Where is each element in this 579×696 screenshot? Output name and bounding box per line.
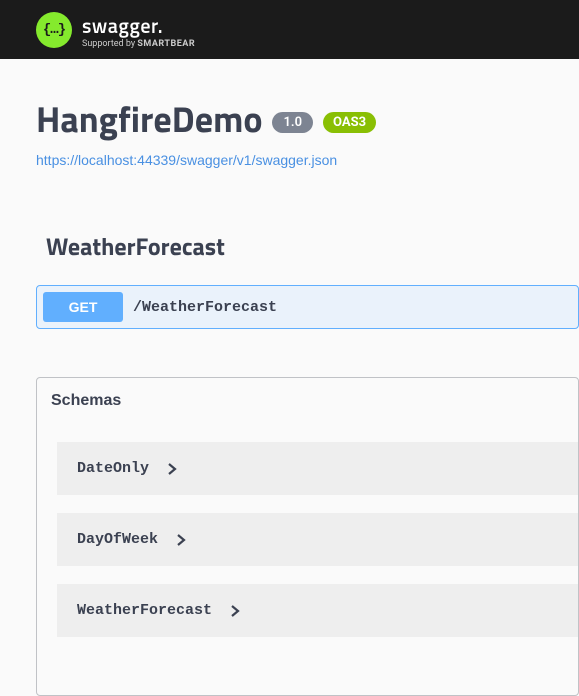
version-badge: 1.0 xyxy=(272,112,313,133)
schema-item-dayofweek[interactable]: DayOfWeek xyxy=(57,513,578,566)
schema-name: DateOnly xyxy=(77,460,149,477)
schemas-body: DateOnly DayOfWeek WeatherForecast xyxy=(37,424,578,695)
schemas-title[interactable]: Schemas xyxy=(37,378,578,424)
topbar: {…} swagger. Supported by SMARTBEAR xyxy=(0,0,579,59)
chevron-right-icon xyxy=(230,605,240,617)
topbar-inner: {…} swagger. Supported by SMARTBEAR xyxy=(0,10,579,49)
tag-section: WeatherForecast GET /WeatherForecast xyxy=(36,229,579,329)
chevron-right-icon xyxy=(167,463,177,475)
logo-text: swagger. Supported by SMARTBEAR xyxy=(82,10,195,49)
api-header: HangfireDemo 1.0 OAS3 xyxy=(36,91,579,146)
schemas-section: Schemas DateOnly DayOfWeek WeatherForeca… xyxy=(36,377,579,696)
chevron-right-icon xyxy=(176,534,186,546)
oas-badge: OAS3 xyxy=(323,112,376,133)
operation-get-weatherforecast[interactable]: GET /WeatherForecast xyxy=(36,285,579,329)
tag-name[interactable]: WeatherForecast xyxy=(36,229,579,273)
supported-by: Supported by SMARTBEAR xyxy=(82,39,195,49)
swagger-logo-icon: {…} xyxy=(36,12,72,48)
api-title: HangfireDemo xyxy=(36,91,262,146)
schema-name: WeatherForecast xyxy=(77,602,212,619)
spec-url-link[interactable]: https://localhost:44339/swagger/v1/swagg… xyxy=(36,152,337,168)
schema-name: DayOfWeek xyxy=(77,531,158,548)
schema-item-weatherforecast[interactable]: WeatherForecast xyxy=(57,584,578,637)
brand-name: swagger. xyxy=(82,10,195,41)
main-content: HangfireDemo 1.0 OAS3 https://localhost:… xyxy=(0,59,579,696)
http-method-badge: GET xyxy=(43,292,123,322)
schema-item-dateonly[interactable]: DateOnly xyxy=(57,442,578,495)
operation-path: /WeatherForecast xyxy=(133,299,277,316)
